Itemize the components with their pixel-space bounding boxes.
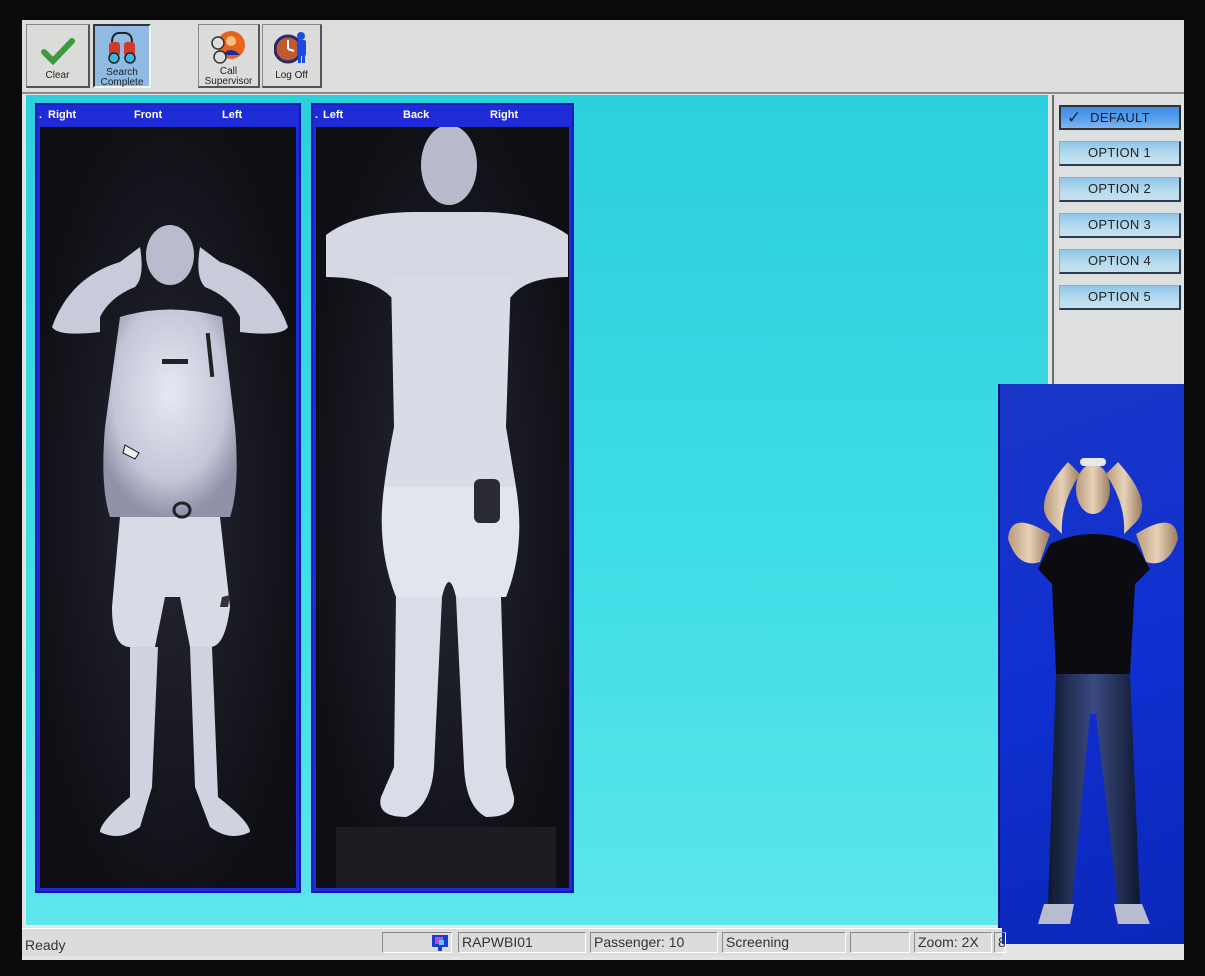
header-dot: .	[39, 109, 43, 121]
options-panel: ✓ DEFAULT OPTION 1 OPTION 2 OPTION 3 OPT…	[1052, 95, 1182, 385]
option-3-button[interactable]: OPTION 3	[1059, 213, 1181, 238]
toolbar: Clear Search Complete Call Supervisor Lo…	[22, 20, 1184, 94]
zoom-level: Zoom: 2X	[914, 932, 992, 953]
front-scan-panel: . Right Front Left	[35, 103, 301, 893]
scan-content-area: . Right Front Left . Left Back Right	[26, 95, 1048, 925]
back-view-label: Back	[403, 109, 430, 121]
anomaly-marker	[474, 479, 500, 523]
clock-person-icon	[273, 32, 306, 64]
log-off-button[interactable]: Log Off	[262, 24, 322, 88]
monitor-icon	[432, 935, 448, 951]
option-4-button[interactable]: OPTION 4	[1059, 249, 1181, 274]
avatar-preview-panel	[998, 384, 1184, 944]
status-text: Ready	[25, 937, 66, 953]
clear-label: Clear	[45, 70, 70, 81]
front-body-silhouette	[52, 225, 288, 836]
passenger-count: Passenger: 10	[590, 932, 718, 953]
header-dot: .	[315, 109, 319, 121]
back-right-side-label: Right	[490, 109, 519, 121]
station-id: RAPWBI01	[458, 932, 586, 953]
mode-status: Screening	[722, 932, 846, 953]
search-label-2: Complete	[100, 77, 144, 88]
option-2-button[interactable]: OPTION 2	[1059, 177, 1181, 202]
back-left-side-label: Left	[323, 109, 344, 121]
clear-button[interactable]: Clear	[26, 24, 90, 88]
checkmark-icon	[40, 38, 75, 66]
front-body-scan-image[interactable]	[40, 127, 296, 888]
option-label: OPTION 1	[1087, 145, 1152, 160]
empty-status-cell	[850, 932, 910, 953]
option-label: OPTION 4	[1087, 253, 1152, 268]
back-scan-header: . Left Back Right	[313, 105, 572, 125]
call-label-2: Supervisor	[204, 76, 253, 87]
3d-avatar-figure	[1008, 458, 1178, 924]
option-label: OPTION 3	[1087, 217, 1152, 232]
option-label: OPTION 5	[1087, 289, 1152, 304]
call-supervisor-button[interactable]: Call Supervisor	[198, 24, 260, 88]
front-right-side-label: Left	[222, 109, 243, 121]
option-default-button[interactable]: ✓ DEFAULT	[1059, 105, 1181, 130]
log-off-label: Log Off	[275, 70, 308, 81]
anomaly-marker	[162, 359, 188, 364]
front-scan-header: . Right Front Left	[37, 105, 299, 125]
front-left-side-label: Right	[48, 109, 77, 121]
extra-status-cell: 8	[994, 932, 1006, 953]
checkmark-icon: ✓	[1067, 108, 1082, 127]
status-bar: Ready RAPWBI01 Passenger: 10 Screening Z…	[22, 928, 1006, 956]
search-complete-button[interactable]: Search Complete	[93, 24, 151, 88]
front-view-label: Front	[134, 109, 163, 121]
binoculars-icon	[108, 31, 136, 64]
back-scan-panel: . Left Back Right	[311, 103, 574, 893]
option-label: OPTION 2	[1087, 181, 1152, 196]
status-icon-cell	[382, 932, 452, 953]
back-body-silhouette	[326, 127, 568, 888]
supervisor-icon	[210, 31, 245, 64]
app-window: Clear Search Complete Call Supervisor Lo…	[22, 20, 1184, 960]
back-body-scan-image[interactable]	[316, 127, 569, 888]
option-label: DEFAULT	[1090, 110, 1150, 125]
option-1-button[interactable]: OPTION 1	[1059, 141, 1181, 166]
option-5-button[interactable]: OPTION 5	[1059, 285, 1181, 310]
